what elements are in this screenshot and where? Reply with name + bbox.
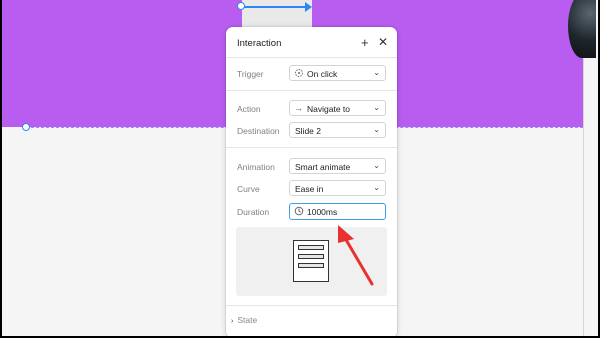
canvas[interactable]: Interaction + ✕ Trigger On click ⌄ Actio… <box>2 0 598 336</box>
annotation-arrow <box>338 225 374 286</box>
